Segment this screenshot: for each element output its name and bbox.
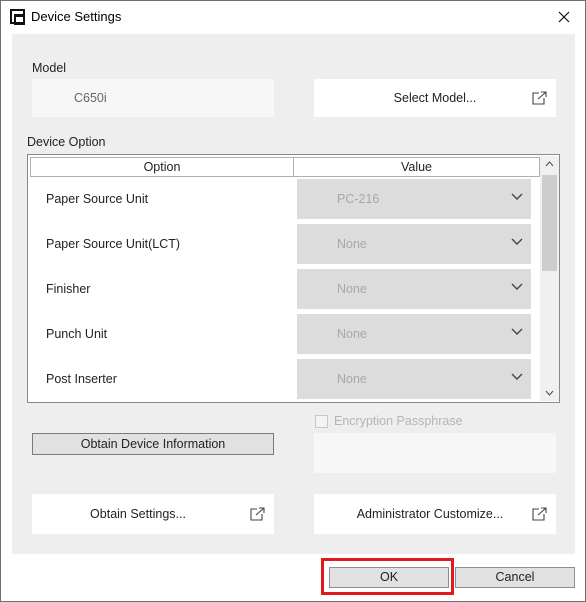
obtain-settings-button[interactable]: Obtain Settings... [32,494,274,534]
option-value: None [337,327,367,341]
close-button[interactable] [549,4,579,30]
model-value: C650i [74,91,107,105]
option-value-dropdown[interactable]: None [297,359,531,399]
encryption-passphrase-checkbox[interactable] [315,415,328,428]
option-value: None [337,282,367,296]
scroll-up-button[interactable] [540,156,559,173]
model-label: Model [32,61,67,75]
device-settings-window: Device Settings Model C650i Select Model… [0,0,586,602]
encryption-passphrase-field[interactable] [314,433,556,473]
option-value-dropdown[interactable]: PC-216 [297,179,531,219]
option-name: Paper Source Unit [46,192,149,206]
external-link-icon [532,91,547,105]
cancel-button[interactable]: Cancel [455,567,575,588]
chevron-down-icon [511,238,523,245]
option-name: Punch Unit [46,327,108,341]
option-value-dropdown[interactable]: None [297,314,531,354]
table-row: Finisher None [30,267,538,312]
chevron-down-icon [511,373,523,380]
encryption-passphrase-label: Encryption Passphrase [334,414,463,428]
table-scrollbar[interactable] [540,156,559,401]
option-value-dropdown[interactable]: None [297,269,531,309]
external-link-icon [532,507,547,521]
option-name: Post Inserter [46,372,117,386]
option-value: None [337,237,367,251]
option-value-dropdown[interactable]: None [297,224,531,264]
window-title: Device Settings [31,9,122,24]
device-option-label: Device Option [27,135,106,149]
external-link-icon [250,507,265,521]
chevron-down-icon [511,328,523,335]
admin-customize-button[interactable]: Administrator Customize... [314,494,556,534]
scrollbar-thumb[interactable] [542,175,557,271]
obtain-device-info-button[interactable]: Obtain Device Information [32,433,274,455]
table-row: Punch Unit None [30,312,538,357]
select-model-button[interactable]: Select Model... [314,79,556,117]
admin-customize-label: Administrator Customize... [356,507,504,521]
chevron-down-icon [511,283,523,290]
table-row: Paper Source Unit(LCT) None [30,222,538,267]
device-option-table: Option Value Paper Source Unit PC-216 Pa… [27,154,560,403]
scroll-down-button[interactable] [540,384,559,401]
model-field: C650i [32,79,274,117]
chevron-down-icon [511,193,523,200]
scroll-up-icon [545,161,554,167]
close-icon [558,11,570,23]
ok-highlight-box [321,558,454,595]
select-model-label: Select Model... [393,91,477,105]
column-header-value[interactable]: Value [294,158,539,176]
printer-settings-icon [10,9,25,25]
option-value: PC-216 [337,192,380,206]
title-bar: Device Settings [1,1,585,33]
option-name: Finisher [46,282,91,296]
column-header-option[interactable]: Option [31,158,293,176]
table-header: Option Value [30,157,540,177]
obtain-settings-label: Obtain Settings... [90,507,186,521]
table-row: Paper Source Unit PC-216 [30,177,538,222]
option-name: Paper Source Unit(LCT) [46,237,181,251]
table-row: Post Inserter None [30,357,538,402]
scroll-down-icon [545,390,554,396]
option-value: None [337,372,367,386]
